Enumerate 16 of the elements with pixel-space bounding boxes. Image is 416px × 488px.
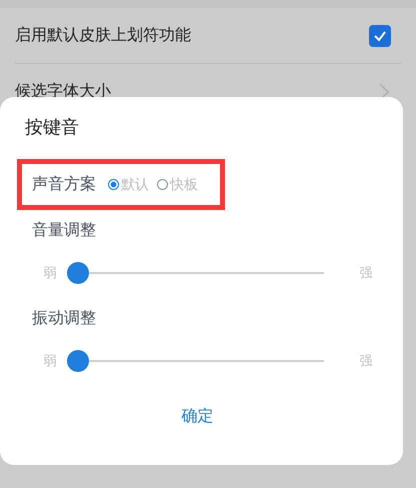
slider-label: 振动调整 (31, 308, 97, 329)
setting-label: 启用默认皮肤上划符功能 (15, 25, 191, 46)
radio-option[interactable]: 快板 (157, 176, 198, 194)
check-icon (373, 30, 387, 42)
slider-label: 音量调整 (31, 220, 97, 241)
min-label: 弱 (42, 353, 58, 370)
slider-thumb[interactable] (67, 262, 89, 284)
dialog-title: 按键音 (24, 116, 80, 140)
slider-thumb[interactable] (67, 350, 89, 372)
scheme-label: 声音方案 (32, 174, 96, 195)
confirm-button[interactable]: 确定 (162, 398, 234, 435)
checkbox[interactable] (369, 24, 391, 46)
max-label: 强 (358, 265, 374, 282)
max-label: 强 (358, 353, 374, 370)
min-label: 弱 (42, 265, 58, 282)
radio-option[interactable]: 默认 (108, 176, 149, 194)
